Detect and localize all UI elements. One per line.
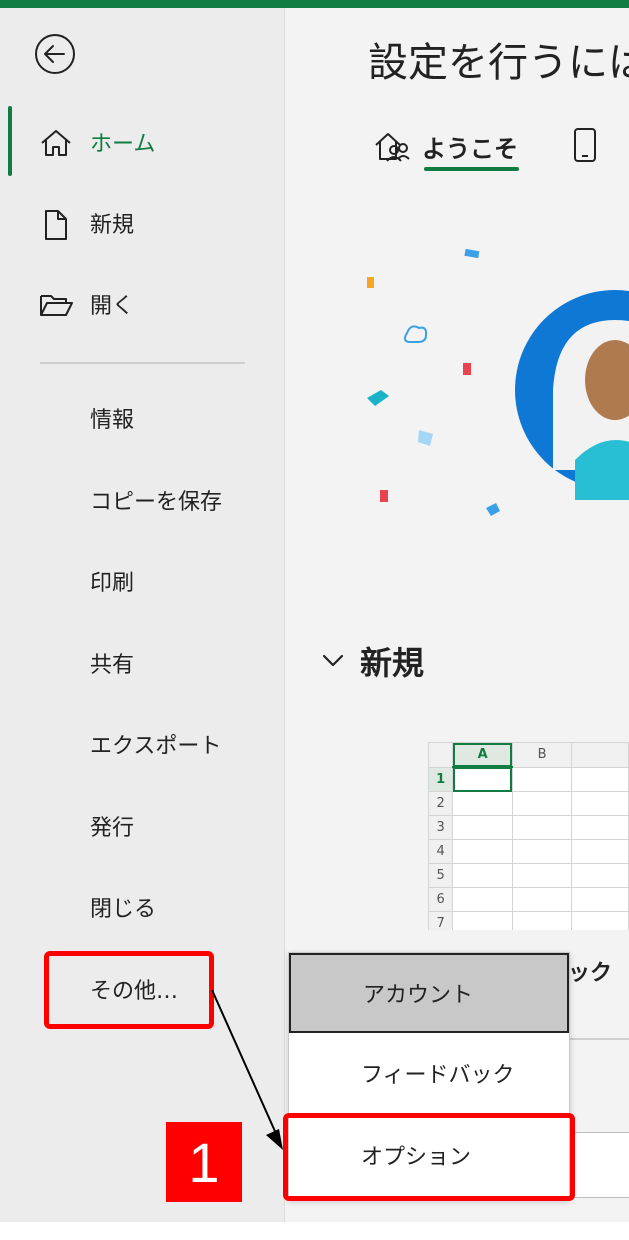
cell [452,863,513,888]
cell [571,887,629,912]
sidebar-item-label: 情報 [90,408,135,433]
cell [511,766,573,792]
sidebar-item-open[interactable]: 開く [0,274,284,334]
cell [452,791,513,816]
column-header: B [511,742,573,768]
back-button[interactable] [34,33,76,75]
home-icon [38,128,74,158]
cell [511,911,573,930]
sidebar-item-export[interactable]: エクスポート [0,714,284,774]
corner-cell [428,742,454,768]
cell [571,766,629,792]
row-header: 2 [428,791,454,816]
sidebar-item-label: 共有 [90,653,135,678]
highlight-more-box [44,951,214,1029]
sidebar-item-label: ホーム [90,132,156,157]
row-header: 1 [428,766,454,792]
backstage-sidebar [0,8,284,1222]
template-label-partial: ック [568,961,613,986]
sidebar-item-label: コピーを保存 [90,490,223,515]
cell [571,815,629,840]
sidebar-separator [40,362,245,364]
selected-cell [452,766,513,792]
sidebar-item-info[interactable]: 情報 [0,388,284,448]
sidebar-item-publish[interactable]: 発行 [0,796,284,856]
section-new[interactable]: 新規 [322,638,424,684]
cell [511,815,573,840]
welcome-illustration [367,248,629,516]
menu-item-label: フィードバック [361,1063,515,1088]
sidebar-item-new[interactable]: 新規 [0,193,284,253]
cell [511,863,573,888]
column-header [571,742,629,768]
cell [571,791,629,816]
phone-icon [574,128,596,162]
menu-item-label: アカウント [363,983,474,1008]
welcome-icon [375,133,410,162]
blank-workbook-thumbnail[interactable]: A B 1 2 3 4 5 6 7 [428,742,629,930]
row-header: 4 [428,839,454,864]
sidebar-item-label: 閉じる [90,897,157,922]
new-document-icon [38,209,74,240]
step-number-badge: 1 [166,1122,242,1202]
tab-selected-indicator [424,167,519,171]
cell [452,911,513,930]
tab-mobile[interactable] [572,126,598,168]
sidebar-item-save-copy[interactable]: コピーを保存 [0,470,284,530]
cell [511,839,573,864]
back-arrow-icon [35,34,75,74]
sidebar-item-label: 新規 [90,213,135,238]
chevron-down-icon [322,654,344,667]
section-title: 新規 [360,644,425,682]
open-folder-icon [38,290,74,320]
highlight-options-box [283,1113,575,1201]
sidebar-item-print[interactable]: 印刷 [0,551,284,611]
row-header: 5 [428,863,454,888]
bottom-edge [0,1222,629,1240]
tab-label: ようこそ [422,134,518,163]
page-title: 設定を行うには [368,40,629,86]
sidebar-item-label: 開く [90,294,135,319]
cell [571,911,629,930]
title-bar-strip [0,0,629,8]
template-card-partial[interactable] [568,1132,629,1198]
cell [511,791,573,816]
sidebar-item-share[interactable]: 共有 [0,633,284,693]
tab-welcome[interactable]: ようこそ [372,124,518,168]
column-header: A [452,742,513,768]
cell [452,839,513,864]
sidebar-item-label: 発行 [90,816,135,841]
cell [452,887,513,912]
sidebar-item-close[interactable]: 閉じる [0,877,284,937]
cell [571,839,629,864]
row-header: 6 [428,887,454,912]
sidebar-item-home[interactable]: ホーム [0,112,284,172]
spreadsheet-preview: A B 1 2 3 4 5 6 7 [428,742,629,930]
menu-item-account[interactable]: アカウント [289,953,569,1033]
sidebar-item-label: エクスポート [90,734,222,759]
menu-item-feedback[interactable]: フィードバック [289,1033,569,1113]
sidebar-item-label: 印刷 [90,571,135,596]
row-header: 3 [428,815,454,840]
sidebar-divider [284,8,285,1222]
row-header: 7 [428,911,454,930]
cell [571,863,629,888]
template-divider [568,1038,629,1040]
cell [511,887,573,912]
cell [452,815,513,840]
